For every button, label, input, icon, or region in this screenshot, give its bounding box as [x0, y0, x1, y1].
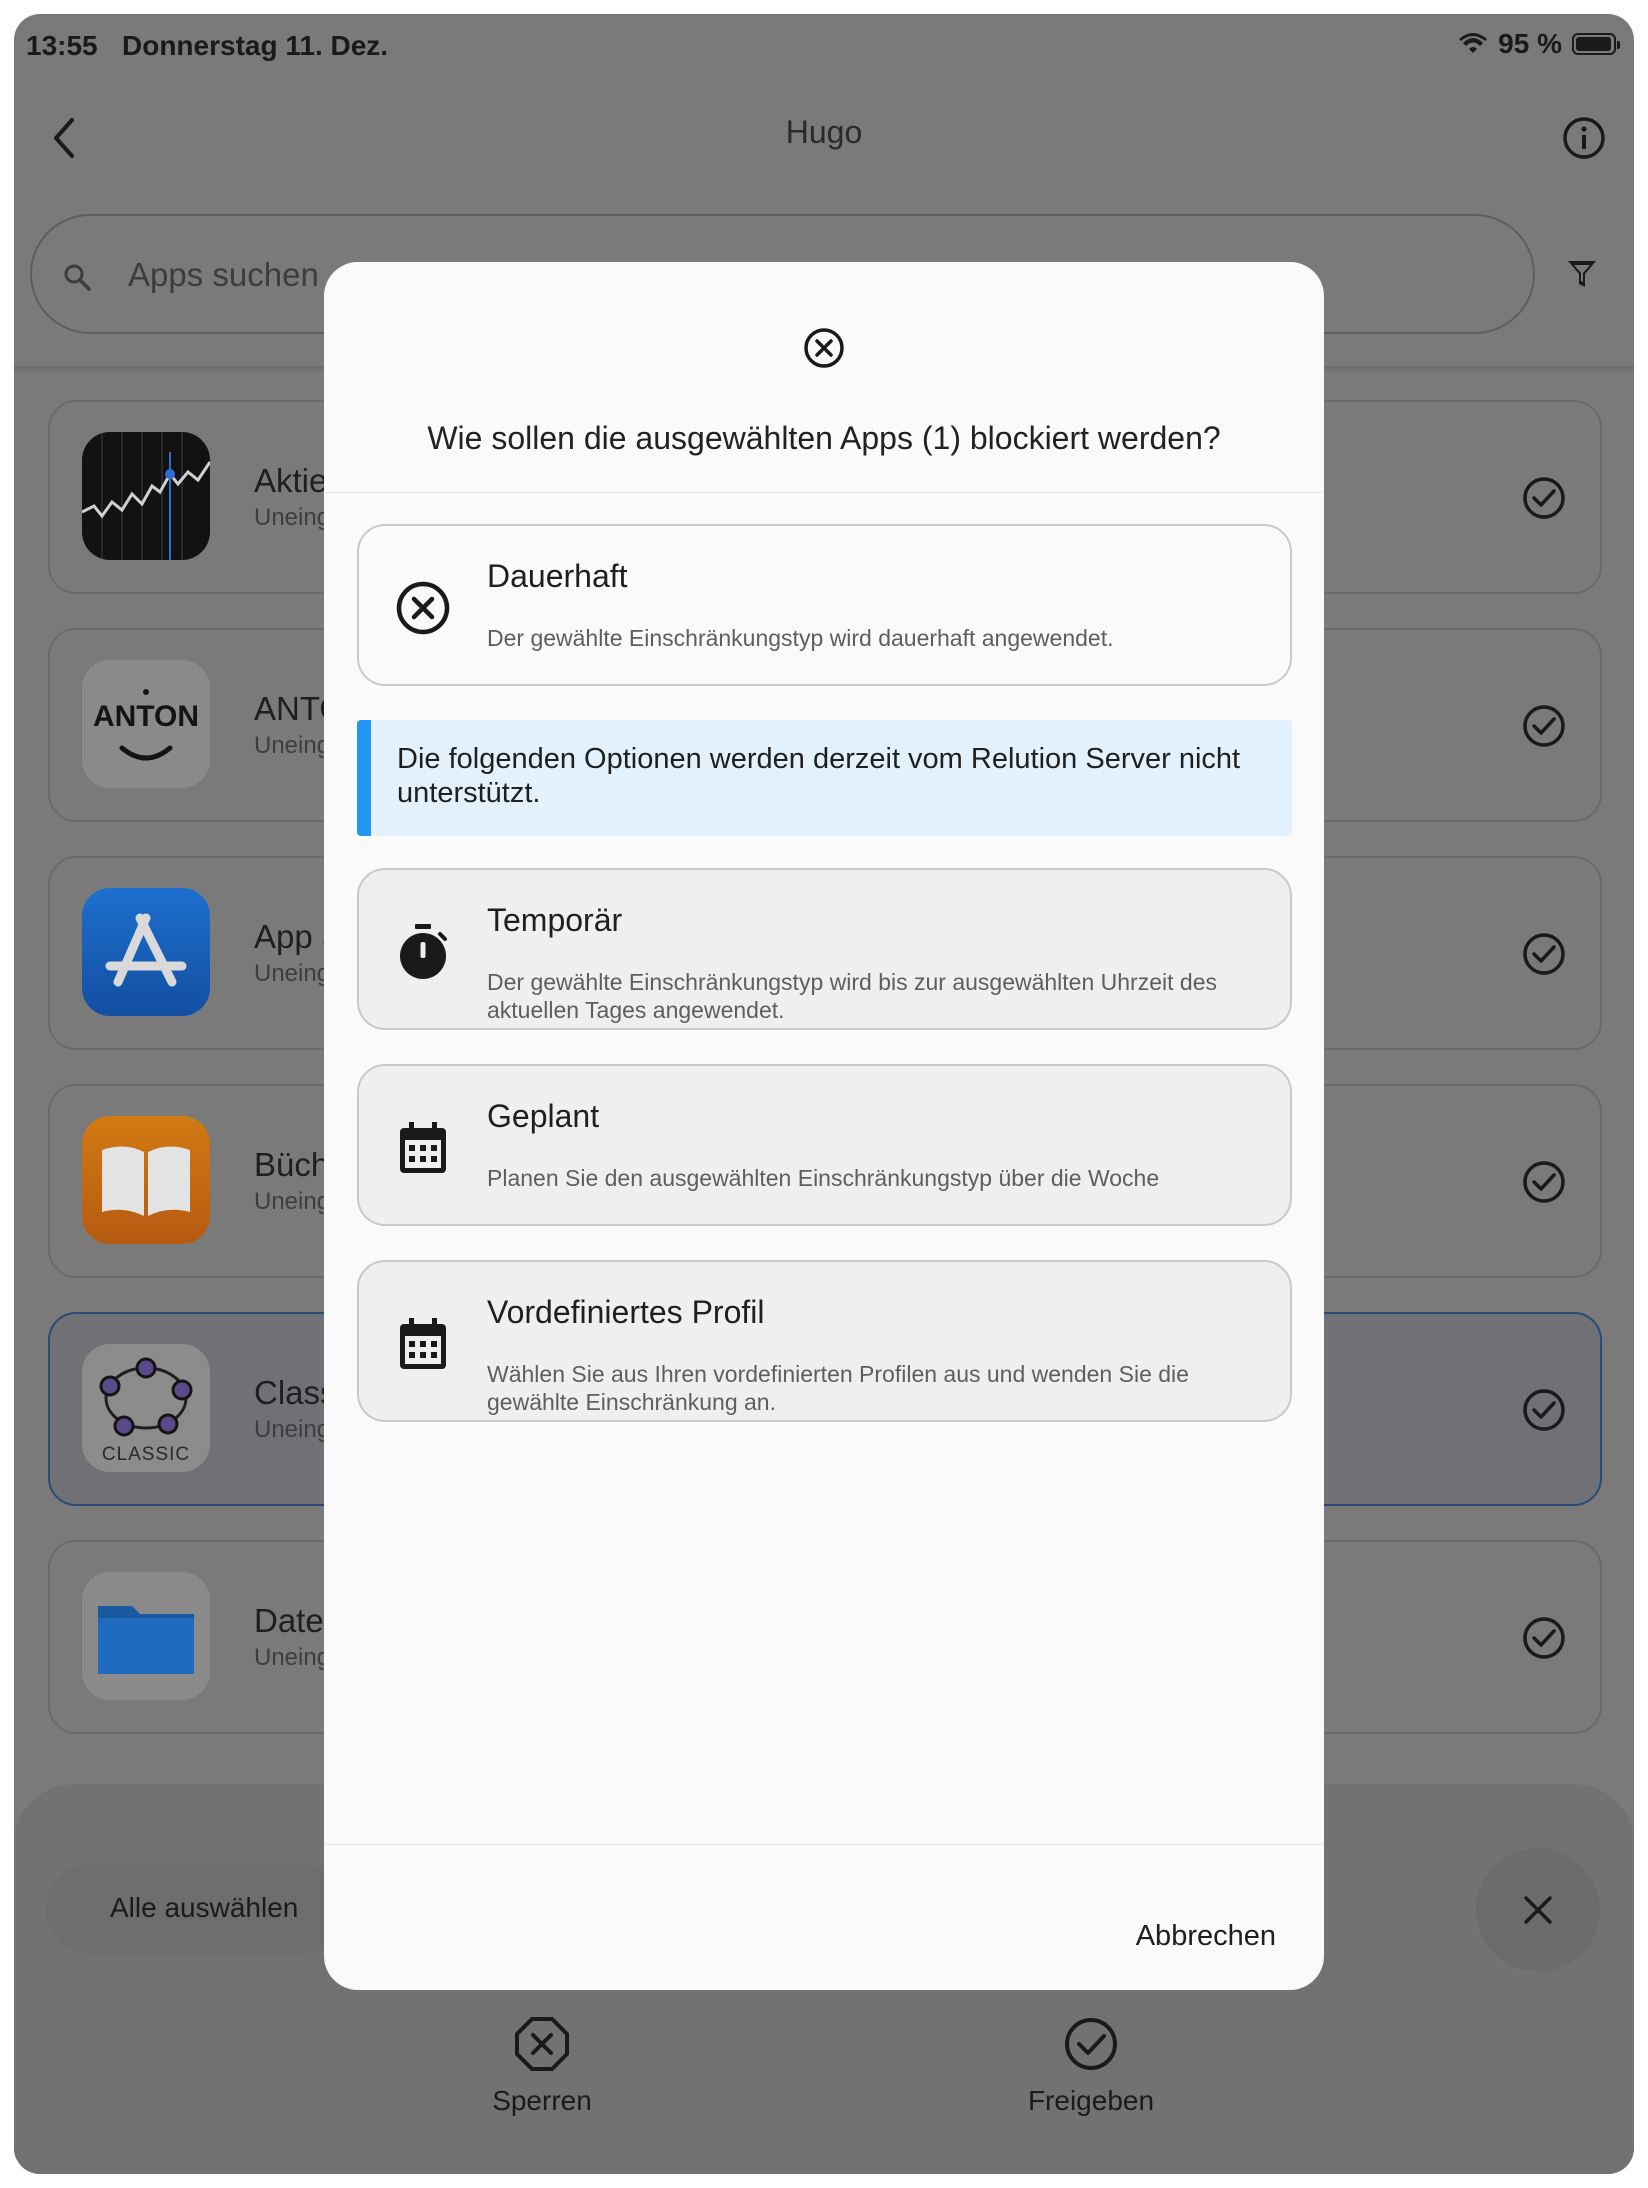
option-icon-wrapper [393, 922, 453, 982]
block-icon [515, 2017, 569, 2071]
app-status: Uneing [254, 504, 331, 531]
option-description: Wählen Sie aus Ihren vordefinierten Prof… [487, 1361, 1189, 1415]
app-store-icon [82, 888, 210, 1016]
status-date: Donnerstag 11. Dez. [122, 30, 389, 61]
page-title: Hugo [785, 114, 863, 150]
stocks-app-icon [82, 432, 210, 560]
release-label: Freigeben [1027, 2085, 1155, 2116]
status-bar: 13:55 Donnerstag 11. Dez. 95 % [14, 14, 1634, 74]
status-indicators: 95 % [1458, 28, 1620, 60]
option-dauerhaft[interactable]: Dauerhaft Der gewählte Einschränkungstyp… [357, 524, 1292, 686]
app-status: Uneing [254, 1644, 331, 1671]
lock-label: Sperren [492, 2085, 592, 2116]
option-title: Dauerhaft [487, 558, 628, 594]
option-temporaer: Temporär Der gewählte Einschränkungstyp … [357, 868, 1292, 1030]
dialog-header-icon [324, 326, 1324, 370]
dialog-divider-top [324, 492, 1324, 493]
check-circle-icon [1523, 933, 1565, 975]
check-circle-icon [1523, 477, 1565, 519]
files-app-icon [82, 1572, 210, 1700]
info-banner: Die folgenden Optionen werden derzeit vo… [357, 720, 1292, 836]
option-icon-wrapper [393, 1118, 453, 1178]
info-icon [1563, 117, 1605, 159]
status-time: 13:55 [26, 30, 98, 61]
check-circle-icon [1523, 1389, 1565, 1431]
app-status: Uneing [254, 960, 331, 987]
select-all-button[interactable]: Alle auswählen [46, 1864, 346, 1954]
info-button[interactable] [1560, 114, 1608, 162]
option-title: Temporär [487, 902, 623, 938]
filter-button[interactable] [1562, 254, 1602, 294]
battery-icon [1572, 33, 1620, 55]
app-status: Uneing [254, 732, 331, 759]
cancel-icon [804, 328, 844, 368]
option-title: Geplant [487, 1098, 600, 1134]
battery-percent: 95 % [1498, 28, 1562, 59]
app-status: Uneing [254, 1188, 331, 1215]
option-icon-wrapper [393, 1314, 453, 1374]
check-circle-icon [1523, 1161, 1565, 1203]
calendar-icon [400, 1318, 446, 1369]
classic-app-icon: CLASSIC [82, 1344, 210, 1472]
check-circle-icon [1523, 705, 1565, 747]
option-description: Planen Sie den ausgewählten Einschränkun… [487, 1165, 1160, 1191]
cancel-button[interactable]: Abbrechen [1136, 1920, 1276, 1953]
calendar-icon [400, 1122, 446, 1173]
close-icon [1524, 1896, 1552, 1924]
block-mode-dialog: Wie sollen die ausgewählten Apps (1) blo… [324, 262, 1324, 1990]
option-title: Vordefiniertes Profil [487, 1294, 765, 1330]
filter-icon [1568, 261, 1596, 287]
books-app-icon [82, 1116, 210, 1244]
dialog-divider-bottom [324, 1844, 1324, 1845]
option-geplant: Geplant Planen Sie den ausgewählten Eins… [357, 1064, 1292, 1226]
app-status: Uneing [254, 1416, 331, 1443]
option-vordefiniertes-profil: Vordefiniertes Profil Wählen Sie aus Ihr… [357, 1260, 1292, 1422]
wifi-icon [1459, 33, 1488, 53]
cancel-icon [396, 581, 450, 635]
info-banner-text: Die folgenden Optionen werden derzeit vo… [397, 743, 1241, 809]
search-icon [64, 264, 91, 291]
lock-button[interactable]: Sperren [442, 2016, 642, 2117]
app-name: Datei [254, 1602, 332, 1639]
check-circle-icon [1065, 2018, 1117, 2070]
option-description: Der gewählte Einschränkungstyp wird bis … [487, 969, 1217, 1023]
option-icon-wrapper [393, 578, 453, 638]
release-button[interactable]: Freigeben [991, 2016, 1191, 2117]
device-screen: 13:55 Donnerstag 11. Dez. 95 % Hugo Apps… [14, 14, 1634, 2174]
option-description: Der gewählte Einschränkungstyp wird daue… [487, 625, 1114, 651]
dialog-title: Wie sollen die ausgewählten Apps (1) blo… [427, 420, 1221, 456]
search-placeholder: Apps suchen [128, 256, 319, 293]
close-selection-button[interactable] [1476, 1848, 1600, 1972]
timer-icon [400, 924, 447, 979]
anton-app-icon: ANTON [82, 660, 210, 788]
check-circle-icon [1523, 1617, 1565, 1659]
select-all-label: Alle auswählen [110, 1892, 299, 1923]
